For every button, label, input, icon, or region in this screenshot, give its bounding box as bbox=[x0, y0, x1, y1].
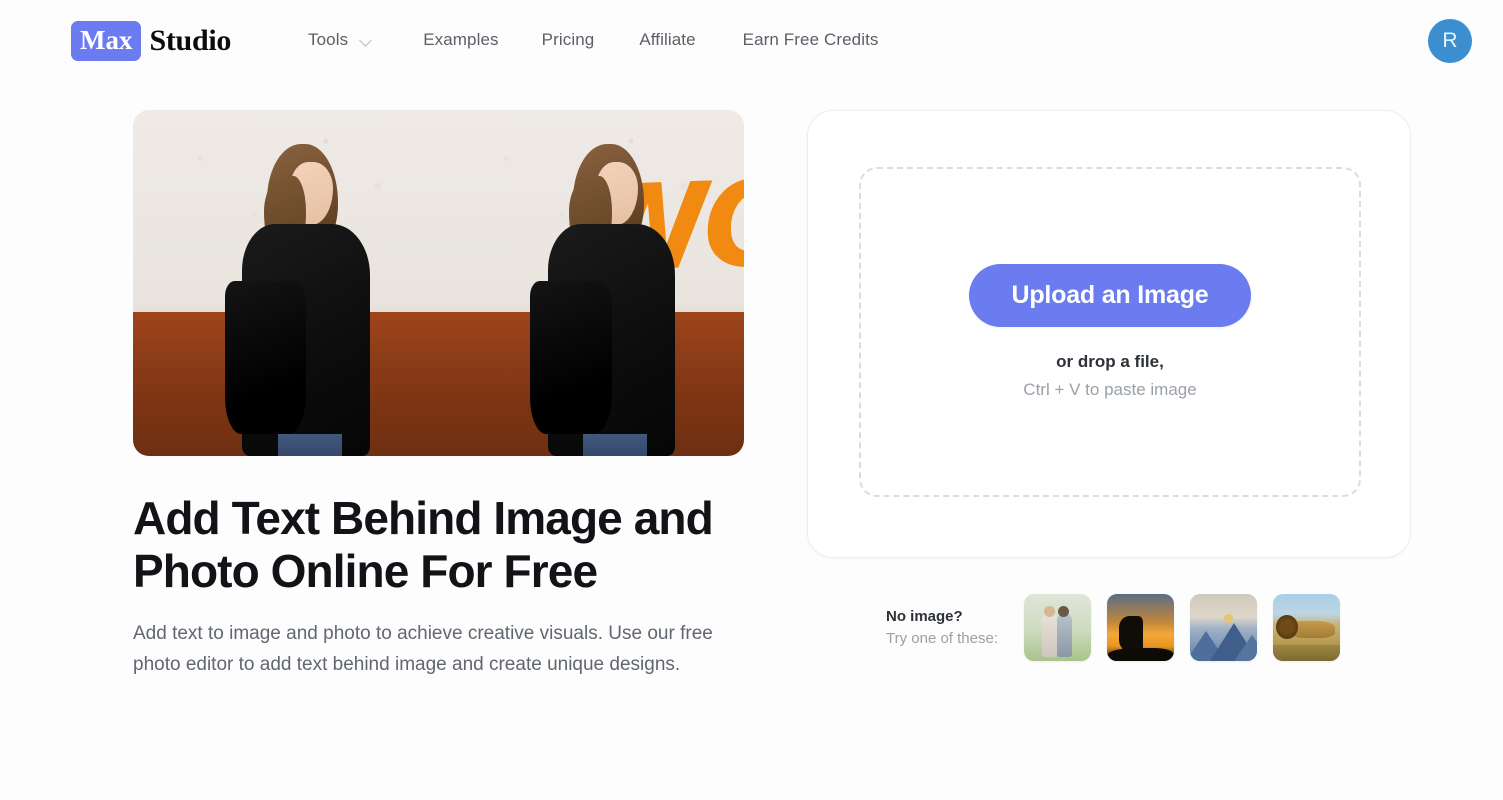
savanna-grass bbox=[1273, 645, 1340, 661]
jeans-shape bbox=[583, 434, 647, 456]
sample-images-label: No image? Try one of these: bbox=[886, 606, 1024, 650]
site-header: Max Studio Tools Examples Pricing Affili… bbox=[0, 0, 1503, 82]
hero-before-half bbox=[133, 110, 439, 456]
jeans-shape bbox=[278, 434, 342, 456]
lion-mane bbox=[1276, 615, 1298, 639]
logo-badge: Max bbox=[71, 21, 141, 61]
no-image-text: No image? bbox=[886, 606, 1024, 628]
chevron-down-icon[interactable] bbox=[360, 34, 372, 46]
person-figure-after bbox=[530, 138, 707, 456]
page-title: Add Text Behind Image and Photo Online F… bbox=[133, 492, 733, 598]
couple-head-right bbox=[1058, 606, 1069, 617]
sunset-ground bbox=[1107, 648, 1174, 661]
sample-thumbnail-couple[interactable] bbox=[1024, 594, 1091, 661]
logo-word: Studio bbox=[149, 24, 231, 58]
paste-hint-text: Ctrl + V to paste image bbox=[1023, 380, 1196, 400]
hero-after-half: WOW bbox=[439, 110, 745, 456]
tote-bag-shape bbox=[530, 281, 612, 434]
sample-thumbnail-list bbox=[1024, 594, 1340, 661]
sample-thumbnail-sunset-hiker[interactable] bbox=[1107, 594, 1174, 661]
couple-figure-right bbox=[1057, 613, 1072, 657]
sample-thumbnail-lion[interactable] bbox=[1273, 594, 1340, 661]
sample-thumbnail-mountains[interactable] bbox=[1190, 594, 1257, 661]
nav-item-earn-free-credits[interactable]: Earn Free Credits bbox=[743, 28, 879, 52]
person-figure-before bbox=[225, 138, 402, 456]
nav-item-tools[interactable]: Tools bbox=[308, 28, 348, 52]
mountain-sun bbox=[1224, 614, 1233, 623]
upload-card: Upload an Image or drop a file, Ctrl + V… bbox=[807, 110, 1411, 558]
try-one-text: Try one of these: bbox=[886, 628, 1024, 650]
logo[interactable]: Max Studio bbox=[71, 21, 231, 61]
nav-item-examples[interactable]: Examples bbox=[423, 28, 498, 52]
hero-section: WOW Add Text Behind Image and Photo Onli… bbox=[133, 110, 745, 680]
hero-comparison-image: WOW bbox=[133, 110, 744, 456]
upload-image-button[interactable]: Upload an Image bbox=[969, 264, 1250, 327]
nav-item-affiliate[interactable]: Affiliate bbox=[639, 28, 695, 52]
hiker-silhouette bbox=[1119, 616, 1143, 650]
avatar[interactable]: R bbox=[1428, 19, 1472, 63]
page-description: Add text to image and photo to achieve c… bbox=[133, 618, 713, 680]
couple-figure-left bbox=[1042, 613, 1057, 657]
sample-images-section: No image? Try one of these: bbox=[886, 594, 1340, 661]
couple-head-left bbox=[1044, 606, 1055, 617]
main-nav: Tools Examples Pricing Affiliate Earn Fr… bbox=[308, 28, 879, 52]
nav-item-pricing[interactable]: Pricing bbox=[542, 28, 595, 52]
dropzone[interactable]: Upload an Image or drop a file, Ctrl + V… bbox=[859, 167, 1361, 497]
tote-bag-shape bbox=[225, 281, 307, 434]
mountain-peak-3 bbox=[1234, 635, 1257, 661]
drop-file-text: or drop a file, bbox=[1056, 352, 1164, 372]
